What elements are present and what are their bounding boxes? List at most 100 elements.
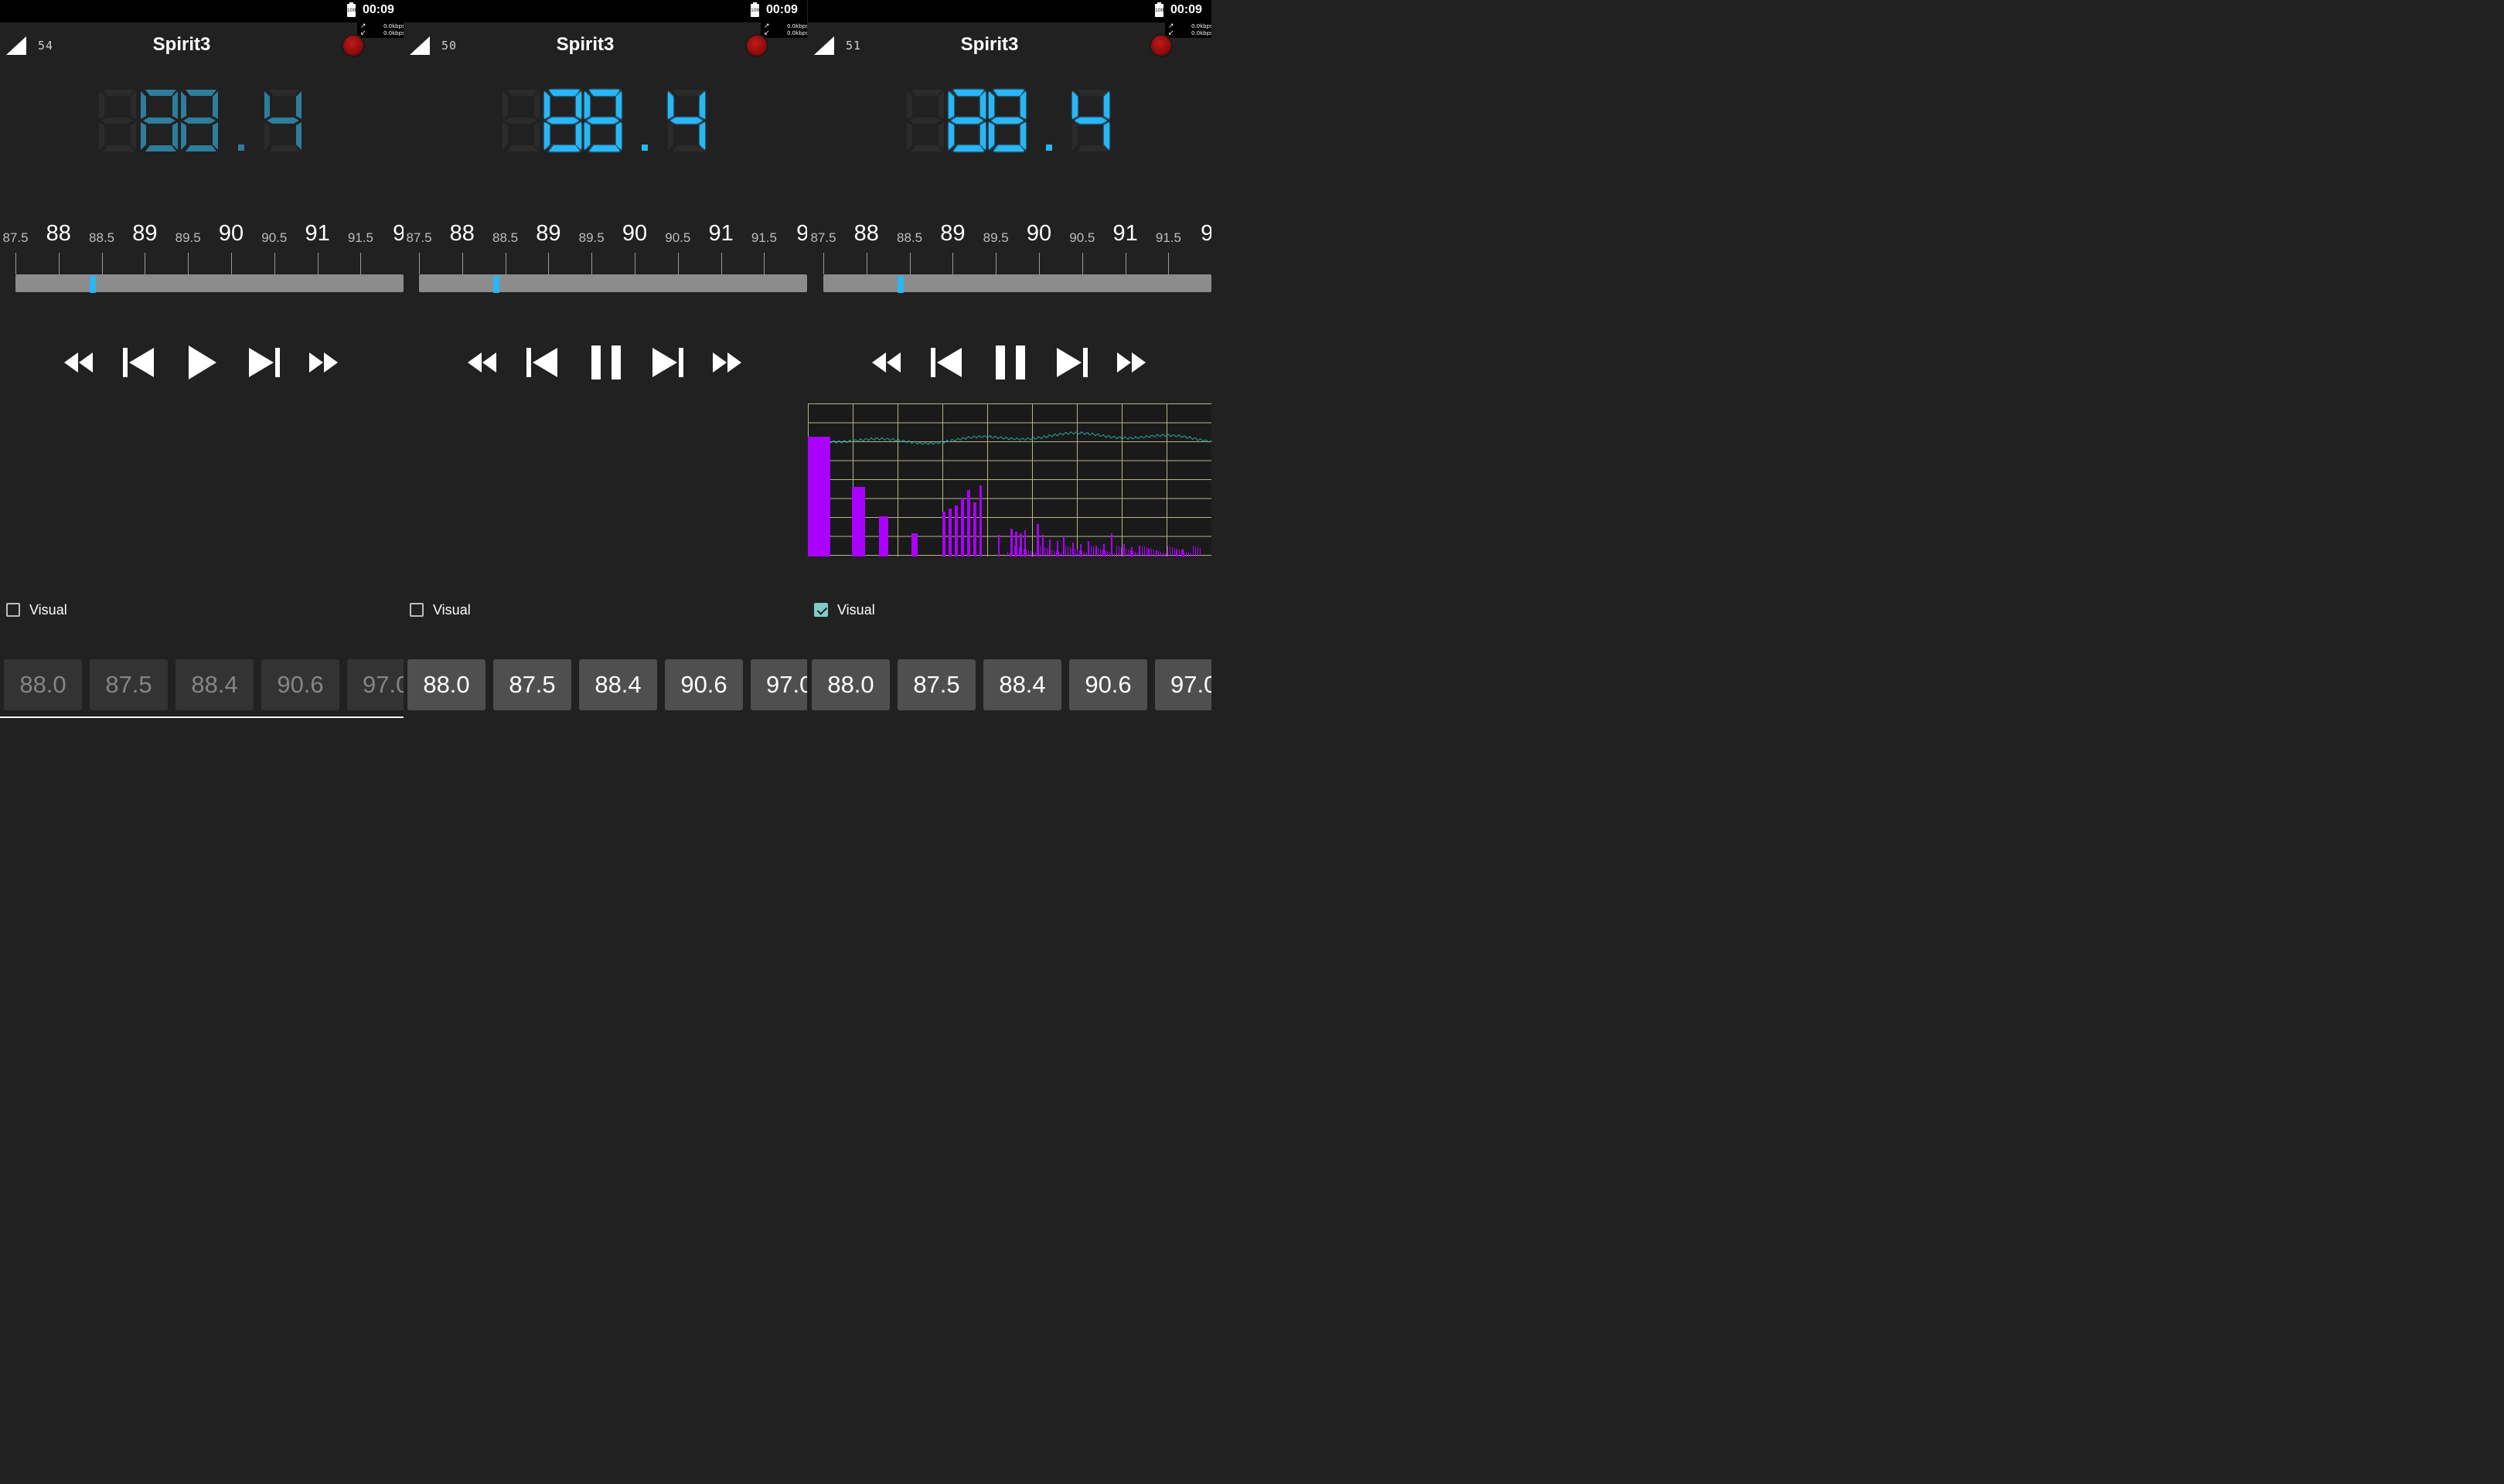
lcd-segment [673, 90, 704, 96]
fast-forward-icon [1117, 352, 1146, 373]
preset-button[interactable]: 97.0 [1155, 659, 1211, 710]
skip-previous-button[interactable] [929, 339, 963, 386]
audio-visualizer [808, 403, 1211, 556]
fast-forward-button[interactable] [1115, 339, 1149, 386]
visualizer-bar [1024, 530, 1026, 556]
visual-toggle[interactable]: Visual [6, 600, 67, 620]
skip-next-button[interactable] [247, 339, 281, 386]
visualizer-bar [911, 533, 918, 556]
preset-button[interactable]: 87.5 [493, 659, 571, 710]
visualizer-bar [1077, 550, 1078, 556]
visualizer-bar [1102, 550, 1103, 556]
visual-checkbox[interactable] [814, 603, 828, 617]
preset-button[interactable]: 88.0 [812, 659, 890, 710]
scale-tick [360, 253, 362, 274]
preset-button[interactable]: 88.4 [579, 659, 657, 710]
tuner-slider-thumb[interactable] [898, 276, 905, 293]
visualizer-bar [961, 499, 964, 556]
visualizer-bar [1137, 553, 1138, 556]
visual-checkbox[interactable] [6, 603, 20, 617]
lcd-segment [1020, 122, 1026, 150]
preset-button[interactable]: 88.0 [4, 659, 82, 710]
visual-toggle[interactable]: Visual [410, 600, 471, 620]
skip-previous-button[interactable] [525, 339, 559, 386]
lcd-segment [296, 91, 302, 119]
lcd-segment [907, 122, 912, 150]
tuner-slider-thumb[interactable] [493, 276, 500, 293]
lcd-segment [145, 90, 176, 96]
pause-button[interactable] [589, 339, 623, 386]
tuner-slider-track[interactable] [823, 274, 1211, 292]
lcd-segment [991, 117, 1024, 124]
skip-previous-button[interactable] [121, 339, 155, 386]
scale-tick [1039, 253, 1040, 274]
fast-forward-button[interactable] [307, 339, 341, 386]
skip-next-button[interactable] [651, 339, 685, 386]
skip-next-button[interactable] [1055, 339, 1089, 386]
preset-button[interactable]: 88.0 [407, 659, 485, 710]
lcd-decimal-point [238, 145, 244, 151]
scale-tick [591, 253, 593, 274]
record-button[interactable] [745, 34, 768, 57]
scale-label: 90 [218, 221, 244, 246]
fast-rewind-button[interactable] [465, 339, 499, 386]
visualizer-bar [1103, 544, 1105, 556]
scale-label: 88.5 [89, 230, 115, 245]
record-button[interactable] [1150, 34, 1173, 57]
scale-tick [823, 253, 824, 274]
lcd-segment [181, 91, 186, 119]
status-bar: 100 00:09 [404, 0, 807, 22]
record-button[interactable] [342, 34, 365, 57]
lcd-segment [989, 122, 994, 150]
visualizer-bar [1070, 547, 1071, 556]
status-time: 00:09 [363, 3, 394, 16]
preset-button[interactable]: 90.6 [1069, 659, 1147, 710]
tuner-slider-track[interactable] [15, 274, 404, 292]
scale-tick [462, 253, 463, 274]
scale-label: 89.5 [175, 230, 201, 245]
play-button[interactable] [186, 339, 220, 386]
skip-previous-icon [931, 348, 962, 377]
lcd-segment [907, 91, 912, 119]
scale-label: 88 [449, 221, 475, 246]
preset-button[interactable]: 90.6 [665, 659, 743, 710]
preset-button[interactable]: 87.5 [898, 659, 976, 710]
visualizer-bar [1144, 546, 1145, 556]
frequency-display [99, 90, 302, 151]
visual-toggle[interactable]: Visual [814, 600, 875, 620]
preset-button[interactable]: 88.4 [983, 659, 1061, 710]
fast-rewind-button[interactable] [870, 339, 904, 386]
preset-button[interactable]: 97.0 [751, 659, 807, 710]
scale-label: 90 [622, 221, 648, 246]
transport-controls [404, 339, 807, 386]
preset-button[interactable]: 97.0 [347, 659, 404, 710]
preset-button[interactable]: 90.6 [261, 659, 339, 710]
visual-checkbox[interactable] [410, 603, 424, 617]
scale-label: 88.5 [897, 230, 923, 245]
scale-tick [58, 253, 60, 274]
lcd-segment [670, 117, 703, 124]
tuner-slider-track[interactable] [419, 274, 807, 292]
fast-forward-button[interactable] [710, 339, 744, 386]
preset-button[interactable]: 88.4 [175, 659, 254, 710]
download-rate: 0.0kbps [383, 30, 404, 36]
lcd-segment [587, 117, 619, 124]
preset-button[interactable]: 87.5 [90, 659, 168, 710]
tuner-slider-thumb[interactable] [90, 276, 97, 293]
fast-forward-icon [713, 352, 741, 373]
visualizer-bar [1142, 546, 1143, 556]
fast-rewind-button[interactable] [62, 339, 96, 386]
status-bar: 100 00:09 [0, 0, 404, 22]
lcd-segment [673, 145, 704, 151]
lcd-segment [953, 90, 984, 96]
signal-level: 51 [846, 39, 862, 53]
pause-button[interactable] [993, 339, 1027, 386]
lcd-segment [589, 90, 620, 96]
visualizer-bar [979, 485, 982, 556]
visualizer-waveform [808, 431, 1211, 445]
visualizer-bar [942, 512, 945, 556]
visualizer-bar [1098, 548, 1099, 556]
lcd-segment [939, 91, 944, 119]
lcd-segment [534, 122, 540, 150]
upload-rate: 0.0kbps [383, 23, 404, 29]
